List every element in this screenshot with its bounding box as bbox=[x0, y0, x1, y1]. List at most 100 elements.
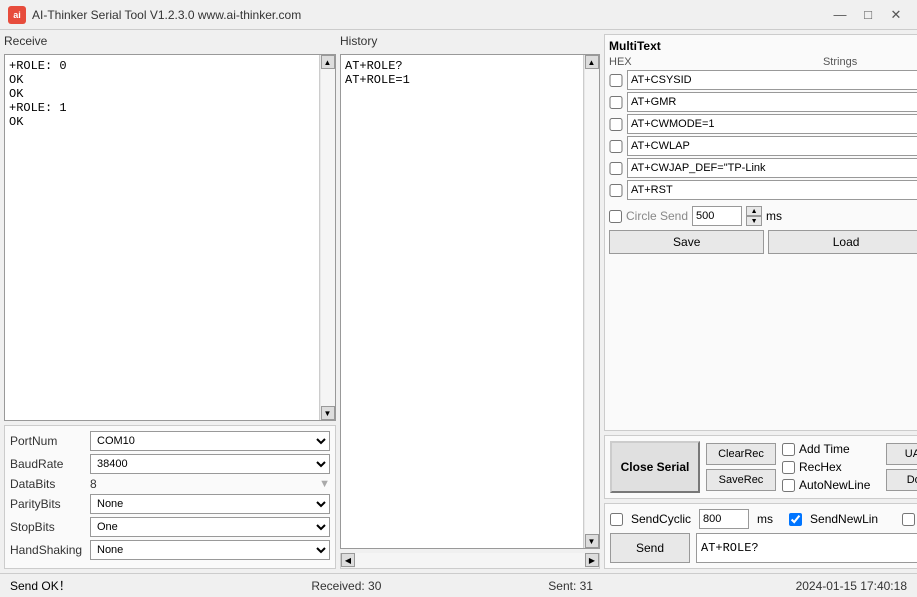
multitext-row-1: 1 bbox=[609, 70, 917, 90]
sendhex-checkbox[interactable] bbox=[902, 513, 915, 526]
multitext-row-2: 2 bbox=[609, 92, 917, 112]
circle-send-checkbox[interactable] bbox=[609, 210, 622, 223]
multitext-check-1[interactable] bbox=[609, 74, 623, 87]
paritybits-select[interactable]: None bbox=[90, 494, 330, 514]
uart-run-button[interactable]: UART Run bbox=[886, 443, 917, 465]
close-button[interactable]: ✕ bbox=[883, 5, 909, 25]
center-panel: History AT+ROLE? AT+ROLE=1 ▲ ▼ ◀ ▶ bbox=[340, 30, 600, 573]
status-text: Send OK！ bbox=[10, 577, 234, 594]
app-logo: ai bbox=[8, 6, 26, 24]
download-button[interactable]: Download bbox=[886, 469, 917, 491]
autonewline-checkbox[interactable] bbox=[782, 479, 795, 492]
portnum-label: PortNum bbox=[10, 434, 90, 448]
history-vscrollbar[interactable]: ▲ ▼ bbox=[583, 55, 599, 548]
history-label: History bbox=[340, 34, 377, 48]
saverec-button[interactable]: SaveRec bbox=[706, 469, 776, 491]
multitext-check-4[interactable] bbox=[609, 140, 623, 153]
history-hscroll-right[interactable]: ▶ bbox=[585, 553, 599, 567]
sendnewlin-label: SendNewLin bbox=[810, 512, 878, 526]
load-button[interactable]: Load bbox=[768, 230, 917, 254]
history-panel: AT+ROLE? AT+ROLE=1 ▲ ▼ bbox=[340, 54, 600, 549]
multitext-input-1[interactable] bbox=[627, 70, 917, 90]
cyclic-ms-label: ms bbox=[757, 512, 773, 526]
multitext-input-6[interactable] bbox=[627, 180, 917, 200]
stopbits-select[interactable]: One bbox=[90, 517, 330, 537]
history-scroll-down[interactable]: ▼ bbox=[585, 534, 599, 548]
rechex-label: RecHex bbox=[799, 460, 842, 474]
receive-scroll-track bbox=[321, 69, 335, 406]
cyclic-ms-input[interactable] bbox=[699, 509, 749, 529]
multitext-row-3: 3 bbox=[609, 114, 917, 134]
sendcyclic-label: SendCyclic bbox=[631, 512, 691, 526]
multitext-check-2[interactable] bbox=[609, 96, 623, 109]
main-body: Receive +ROLE: 0 OK OK +ROLE: 1 OK ▲ ▼ P… bbox=[0, 30, 917, 573]
receive-scroll-up[interactable]: ▲ bbox=[321, 55, 335, 69]
multitext-input-2[interactable] bbox=[627, 92, 917, 112]
receive-content: +ROLE: 0 OK OK +ROLE: 1 OK bbox=[5, 55, 319, 420]
autonewline-label: AutoNewLine bbox=[799, 478, 870, 492]
receive-scroll-down[interactable]: ▼ bbox=[321, 406, 335, 420]
sendcyclic-checkbox[interactable] bbox=[610, 513, 623, 526]
sendnewlin-checkbox[interactable] bbox=[789, 513, 802, 526]
strings-col-header: Strings bbox=[629, 56, 917, 68]
send-button[interactable]: Send bbox=[610, 533, 690, 563]
addtime-checkbox[interactable] bbox=[782, 443, 795, 456]
history-text: AT+ROLE? AT+ROLE=1 bbox=[345, 59, 579, 87]
maximize-button[interactable]: □ bbox=[855, 5, 881, 25]
circle-ms-spinner: ▲ ▼ bbox=[746, 206, 762, 226]
multitext-check-6[interactable] bbox=[609, 184, 623, 197]
rechex-item: RecHex bbox=[782, 460, 870, 474]
save-button[interactable]: Save bbox=[609, 230, 764, 254]
multitext-input-5[interactable] bbox=[627, 158, 917, 178]
clearrec-button[interactable]: ClearRec bbox=[706, 443, 776, 465]
rechex-checkbox[interactable] bbox=[782, 461, 795, 474]
circle-ms-input[interactable] bbox=[692, 206, 742, 226]
circle-ms-label: ms bbox=[766, 209, 782, 223]
received-label: Received: 30 bbox=[234, 579, 458, 593]
baudrate-select[interactable]: 38400 bbox=[90, 454, 330, 474]
receive-vscrollbar[interactable]: ▲ ▼ bbox=[319, 55, 335, 420]
handshaking-select[interactable]: None bbox=[90, 540, 330, 560]
history-scroll-track bbox=[585, 69, 599, 534]
circle-send-row: Circle Send ▲ ▼ ms bbox=[609, 206, 917, 226]
multitext-panel: MultiText HEX Strings Send 1 2 bbox=[604, 34, 917, 431]
history-hscrollbar[interactable]: ◀ ▶ bbox=[340, 553, 600, 569]
status-bar: Send OK！ Received: 30 Sent: 31 2024-01-1… bbox=[0, 573, 917, 597]
paritybits-row: ParityBits None bbox=[10, 494, 330, 514]
send-input[interactable] bbox=[696, 533, 917, 563]
portnum-select[interactable]: COM10 bbox=[90, 431, 330, 451]
databits-value: 8 bbox=[90, 477, 319, 491]
history-scroll-up[interactable]: ▲ bbox=[585, 55, 599, 69]
paritybits-label: ParityBits bbox=[10, 497, 90, 511]
send-options-row: SendCyclic ms SendNewLin SendHex FormatI… bbox=[610, 509, 917, 529]
rec-buttons: ClearRec SaveRec bbox=[706, 443, 776, 491]
multitext-title: MultiText bbox=[609, 39, 917, 53]
minimize-button[interactable]: — bbox=[827, 5, 853, 25]
databits-label: DataBits bbox=[10, 477, 90, 491]
send-btn-row: Send bbox=[610, 533, 917, 563]
circle-send-label: Circle Send bbox=[626, 209, 688, 223]
history-content: AT+ROLE? AT+ROLE=1 bbox=[341, 55, 583, 548]
circle-ms-down[interactable]: ▼ bbox=[746, 216, 762, 226]
send-panel: SendCyclic ms SendNewLin SendHex FormatI… bbox=[604, 503, 917, 569]
multitext-row-6: 6 bbox=[609, 180, 917, 200]
baudrate-row: BaudRate 38400 bbox=[10, 454, 330, 474]
receive-label: Receive bbox=[4, 34, 47, 48]
handshaking-label: HandShaking bbox=[10, 543, 90, 557]
multitext-check-5[interactable] bbox=[609, 162, 623, 175]
receive-text: +ROLE: 0 OK OK +ROLE: 1 OK bbox=[9, 59, 315, 129]
multitext-input-3[interactable] bbox=[627, 114, 917, 134]
controls-panel: Close Serial ClearRec SaveRec Add Time R… bbox=[604, 435, 917, 499]
port-settings-panel: PortNum COM10 BaudRate 38400 DataBits 8 … bbox=[4, 425, 336, 569]
save-load-clear-row: Save Load Clear bbox=[609, 230, 917, 254]
datetime-label: 2024-01-15 17:40:18 bbox=[683, 579, 907, 593]
close-serial-button[interactable]: Close Serial bbox=[610, 441, 700, 493]
circle-ms-up[interactable]: ▲ bbox=[746, 206, 762, 216]
sent-label: Sent: 31 bbox=[459, 579, 683, 593]
window-controls: — □ ✕ bbox=[827, 5, 909, 25]
history-hscroll-left[interactable]: ◀ bbox=[341, 553, 355, 567]
title-text: AI-Thinker Serial Tool V1.2.3.0 www.ai-t… bbox=[32, 8, 827, 22]
portnum-row: PortNum COM10 bbox=[10, 431, 330, 451]
multitext-input-4[interactable] bbox=[627, 136, 917, 156]
multitext-check-3[interactable] bbox=[609, 118, 623, 131]
